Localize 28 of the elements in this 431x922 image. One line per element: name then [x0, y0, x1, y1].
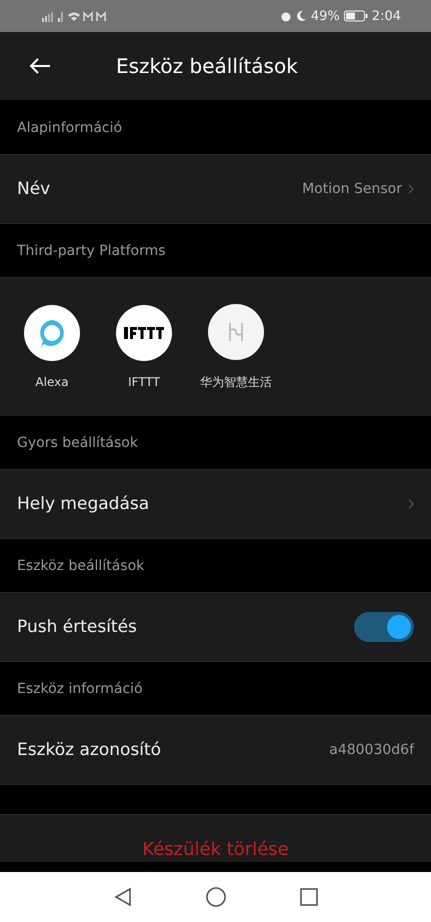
battery-percent: 49%	[310, 8, 340, 24]
alexa-icon[interactable]	[24, 305, 80, 361]
ifttt-logo-icon[interactable]	[116, 305, 172, 361]
section-title: Third-party Platforms	[17, 242, 166, 258]
section-title: Eszköz beállítások	[17, 558, 144, 574]
section-title: Gyors beállítások	[17, 434, 138, 450]
platform-label: IFTTT	[128, 375, 160, 389]
hilink-icon[interactable]	[208, 304, 264, 360]
platform-label: Alexa	[35, 375, 69, 389]
chevron-icon	[408, 499, 414, 509]
moon-icon	[296, 10, 307, 22]
section-title: Eszköz információ	[17, 680, 143, 696]
toggle-switch[interactable]	[354, 612, 414, 642]
back-arrow-icon[interactable]	[29, 57, 51, 75]
chevron-icon	[408, 184, 414, 194]
settings-row[interactable]: Hely megadása	[0, 469, 431, 539]
home-nav-icon[interactable]	[206, 887, 226, 907]
battery-icon	[344, 10, 368, 22]
clock: 2:04	[372, 8, 401, 24]
page-title: Eszköz beállítások	[116, 54, 298, 78]
row-label: Eszköz azonosító	[17, 740, 162, 760]
device-id: a480030d6f	[329, 742, 414, 758]
back-nav-icon[interactable]	[114, 887, 132, 907]
row-label: Push értesítés	[17, 617, 137, 637]
recents-nav-icon[interactable]	[300, 888, 318, 906]
platform-label: 华为智慧生活	[200, 374, 272, 390]
section-title: Alapinformáció	[17, 120, 122, 136]
settings-row[interactable]: Név Motion Sensor	[0, 154, 431, 224]
